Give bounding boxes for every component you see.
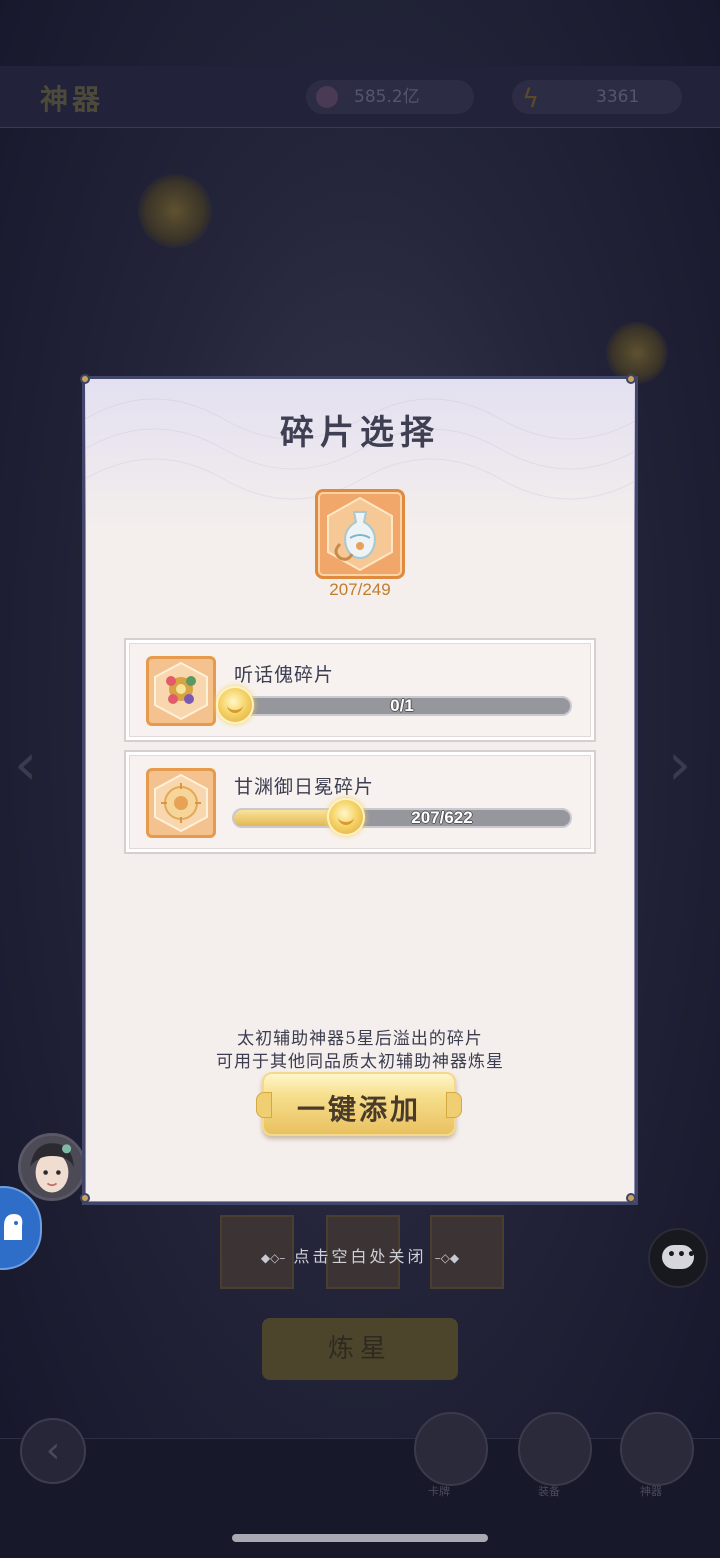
fragment-name: 听话傀碎片: [234, 664, 335, 686]
artifact-vase-icon[interactable]: [315, 489, 405, 579]
background-orb: [138, 174, 212, 248]
currency-pill-2: ϟ 3361: [512, 80, 682, 114]
panel-corner-ornament: [626, 374, 636, 384]
back-arrow-icon[interactable]: ‹: [20, 1418, 86, 1484]
overflow-note-line-2: 可用于其他同品质太初辅助神器炼星: [216, 1052, 504, 1072]
add-all-button-label: 一键添加: [296, 1093, 421, 1126]
sun-crown-fragment-icon: [146, 768, 216, 838]
fragment-row[interactable]: 甘渊御日冕碎片 207/622: [124, 750, 596, 854]
nav-button-3[interactable]: [620, 1412, 694, 1486]
currency-value-1: 585.2亿: [354, 87, 420, 107]
nav-label-3: 神器: [640, 1485, 662, 1498]
close-hint[interactable]: ◆◇– 点击空白处关闭 –◇◆: [0, 1243, 720, 1267]
avatar-portrait-icon: [21, 1136, 83, 1198]
panel-corner-ornament: [80, 1193, 90, 1203]
puppet-fragment-icon: [146, 656, 216, 726]
player-avatar[interactable]: [18, 1133, 86, 1201]
currency-value-2: 3361: [596, 87, 640, 107]
main-fragment-count: 207/249: [329, 580, 391, 599]
progress-text: 207/622: [411, 808, 473, 827]
nav-button-2[interactable]: [518, 1412, 592, 1486]
diamond-ornament-icon: ◆◇–: [260, 1251, 286, 1265]
fragment-row[interactable]: 听话傀碎片 0/1: [124, 638, 596, 742]
background-refine-button: 炼星: [262, 1318, 458, 1380]
home-indicator[interactable]: [232, 1534, 488, 1542]
nav-label-1: 卡牌: [428, 1485, 450, 1498]
lightning-icon: ϟ: [522, 84, 540, 114]
progress-slider-handle[interactable]: [327, 798, 365, 836]
background-orb-2: [606, 322, 668, 384]
panel-corner-ornament: [80, 374, 90, 384]
fragment-name: 甘渊御日冕碎片: [234, 776, 375, 798]
background-title: 神器: [40, 83, 105, 116]
fragment-progress-bar: 207/622: [232, 798, 572, 836]
gem-icon: [316, 86, 338, 108]
prev-artifact-arrow-icon[interactable]: ‹: [14, 730, 37, 798]
artifact-vase-art: [327, 496, 393, 572]
assistant-icon: [4, 1214, 23, 1240]
nav-button-1[interactable]: [414, 1412, 488, 1486]
fragment-progress-bar: 0/1: [216, 686, 572, 724]
nav-label-2: 装备: [538, 1485, 560, 1498]
add-all-button[interactable]: 一键添加: [256, 1072, 462, 1136]
panel-title: 碎片选择: [280, 413, 440, 453]
close-hint-text: 点击空白处关闭: [293, 1247, 427, 1266]
progress-text: 0/1: [390, 696, 414, 715]
panel-corner-ornament: [626, 1193, 636, 1203]
next-artifact-arrow-icon[interactable]: ›: [668, 730, 691, 798]
overflow-note-line-1: 太初辅助神器5星后溢出的碎片: [237, 1029, 483, 1049]
currency-pill-1: 585.2亿: [306, 80, 474, 114]
diamond-ornament-icon: –◇◆: [434, 1251, 460, 1265]
